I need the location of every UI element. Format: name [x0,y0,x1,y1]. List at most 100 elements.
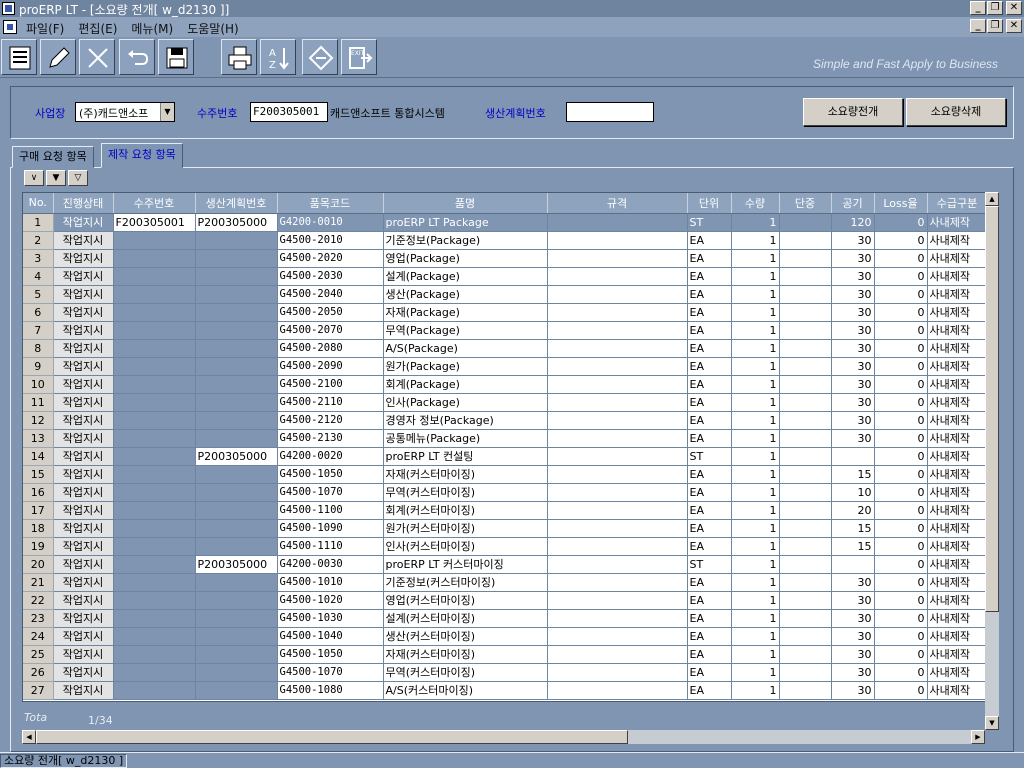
item-name-cell[interactable]: 자재(커스터마이징) [383,465,548,484]
outline-down-button[interactable]: ▽ [68,170,88,186]
tag-button[interactable] [302,39,338,75]
loss-rate-cell[interactable]: 0 [874,573,928,592]
item-code-cell[interactable]: G4200-0030 [277,555,384,574]
table-row[interactable]: 3 작업지시 G4500-2020 영업(Package) EA 1 30 0 사내제작 [23,249,988,268]
status-cell[interactable]: 작업지시 [53,555,114,574]
plan-number-input[interactable] [566,102,654,122]
supply-type-cell[interactable]: 사내제작 [927,375,988,394]
item-name-cell[interactable]: 회계(Package) [383,375,548,394]
lead-time-cell[interactable]: 30 [831,627,875,646]
spec-cell[interactable] [547,519,688,538]
supply-type-cell[interactable]: 사내제작 [927,555,988,574]
item-code-cell[interactable]: G4500-1080 [277,681,384,700]
row-number[interactable]: 10 [23,375,54,394]
status-cell[interactable]: 작업지시 [53,627,114,646]
unit-cell[interactable]: EA [687,591,732,610]
quantity-cell[interactable]: 1 [731,573,780,592]
unit-weight-cell[interactable] [779,555,832,574]
order-number-cell[interactable] [113,375,196,394]
expand-requirements-button[interactable]: 소요량전개 [803,98,903,126]
minimize-button[interactable]: _ [970,1,986,15]
chevron-down-icon[interactable]: ▼ [160,103,174,121]
unit-cell[interactable]: EA [687,537,732,556]
item-code-cell[interactable]: G4500-2070 [277,321,384,340]
quantity-cell[interactable]: 1 [731,429,780,448]
order-number-cell[interactable] [113,321,196,340]
loss-rate-cell[interactable]: 0 [874,663,928,682]
spec-cell[interactable] [547,213,688,232]
plan-number-cell[interactable] [195,465,278,484]
unit-cell[interactable]: EA [687,429,732,448]
lead-time-cell[interactable]: 120 [831,213,875,232]
expand-down-button[interactable]: ∨ [24,170,44,186]
spec-cell[interactable] [547,465,688,484]
lead-time-cell[interactable]: 30 [831,321,875,340]
row-number[interactable]: 7 [23,321,54,340]
plan-number-cell[interactable] [195,609,278,628]
row-number[interactable]: 14 [23,447,54,466]
plan-number-cell[interactable]: P200305000 [195,447,278,466]
quantity-cell[interactable]: 1 [731,411,780,430]
doc-minimize-button[interactable]: _ [970,19,986,33]
status-cell[interactable]: 작업지시 [53,681,114,700]
item-code-cell[interactable]: G4500-1040 [277,627,384,646]
quantity-cell[interactable]: 1 [731,231,780,250]
plan-number-cell[interactable] [195,393,278,412]
unit-cell[interactable]: EA [687,303,732,322]
item-name-cell[interactable]: 원가(Package) [383,357,548,376]
item-code-cell[interactable]: G4500-2080 [277,339,384,358]
lead-time-cell[interactable]: 30 [831,411,875,430]
menu-file[interactable]: 파일(F) [26,20,64,37]
table-row[interactable]: 5 작업지시 G4500-2040 생산(Package) EA 1 30 0 사내제작 [23,285,988,304]
row-number[interactable]: 11 [23,393,54,412]
print-button[interactable] [221,39,257,75]
plan-number-cell[interactable] [195,645,278,664]
unit-cell[interactable]: EA [687,645,732,664]
plan-number-cell[interactable] [195,339,278,358]
quantity-cell[interactable]: 1 [731,285,780,304]
supply-type-cell[interactable]: 사내제작 [927,429,988,448]
unit-weight-cell[interactable] [779,483,832,502]
menu-help[interactable]: 도움말(H) [187,20,239,37]
quantity-cell[interactable]: 1 [731,303,780,322]
lead-time-cell[interactable]: 30 [831,681,875,700]
column-header[interactable]: 수량 [731,193,780,214]
unit-weight-cell[interactable] [779,645,832,664]
lead-time-cell[interactable]: 15 [831,465,875,484]
quantity-cell[interactable]: 1 [731,339,780,358]
supply-type-cell[interactable]: 사내제작 [927,519,988,538]
doc-close-button[interactable]: ✕ [1006,19,1022,33]
table-row[interactable]: 26 작업지시 G4500-1070 무역(커스터마이징) EA 1 30 0 사내제작 [23,663,988,682]
unit-weight-cell[interactable] [779,501,832,520]
scroll-up-icon[interactable]: ▲ [985,192,999,206]
status-cell[interactable]: 작업지시 [53,591,114,610]
quantity-cell[interactable]: 1 [731,483,780,502]
item-name-cell[interactable]: 무역(Package) [383,321,548,340]
status-cell[interactable]: 작업지시 [53,285,114,304]
loss-rate-cell[interactable]: 0 [874,627,928,646]
unit-weight-cell[interactable] [779,519,832,538]
item-name-cell[interactable]: 회계(커스터마이징) [383,501,548,520]
unit-cell[interactable]: EA [687,663,732,682]
table-row[interactable]: 16 작업지시 G4500-1070 무역(커스터마이징) EA 1 10 0 사내제작 [23,483,988,502]
unit-cell[interactable]: EA [687,681,732,700]
unit-cell[interactable]: EA [687,573,732,592]
status-cell[interactable]: 작업지시 [53,411,114,430]
order-number-cell[interactable] [113,483,196,502]
order-number-cell[interactable]: F200305001 [113,213,196,232]
lead-time-cell[interactable]: 30 [831,231,875,250]
status-cell[interactable]: 작업지시 [53,321,114,340]
quantity-cell[interactable]: 1 [731,393,780,412]
table-row[interactable]: 14 작업지시 P200305000 G4200-0020 proERP LT 컨설팅 S… [23,447,988,466]
unit-cell[interactable]: EA [687,321,732,340]
order-number-cell[interactable] [113,537,196,556]
quantity-cell[interactable]: 1 [731,375,780,394]
order-number-cell[interactable] [113,447,196,466]
loss-rate-cell[interactable]: 0 [874,411,928,430]
item-name-cell[interactable]: 인사(커스터마이징) [383,537,548,556]
row-number[interactable]: 13 [23,429,54,448]
unit-weight-cell[interactable] [779,429,832,448]
quantity-cell[interactable]: 1 [731,501,780,520]
unit-weight-cell[interactable] [779,213,832,232]
supply-type-cell[interactable]: 사내제작 [927,483,988,502]
